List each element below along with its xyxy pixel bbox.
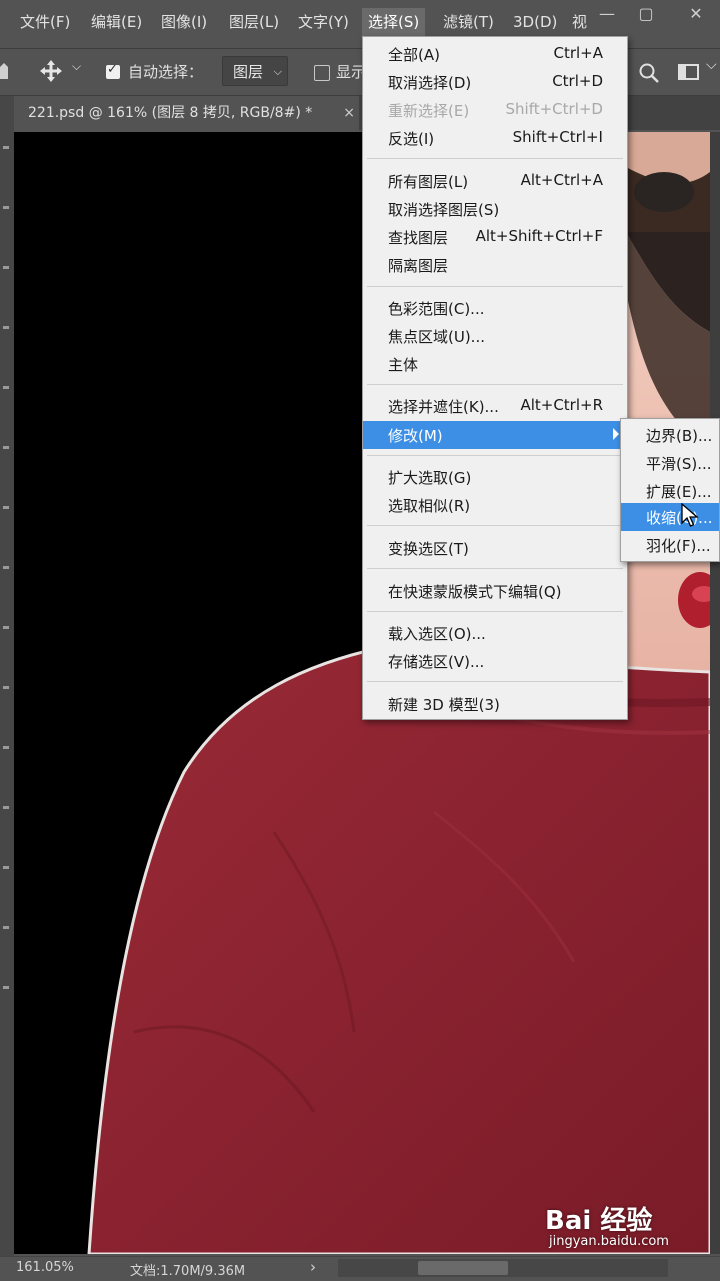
document-tab-title: 221.psd @ 161% (图层 8 拷贝, RGB/8#) *	[28, 105, 313, 121]
menu-divider	[367, 568, 623, 569]
menu-layer[interactable]: 图层(L)	[229, 11, 279, 33]
close-window-icon[interactable]: ✕	[683, 3, 709, 25]
home-icon[interactable]	[0, 62, 8, 80]
menu-file[interactable]: 文件(F)	[20, 11, 70, 33]
chevron-down-icon: ⌵	[273, 65, 282, 78]
baidu-jingyan-watermark: Bai 经验 jingyan.baidu.com	[545, 1200, 669, 1249]
tool-slot[interactable]	[3, 986, 9, 989]
menu-type[interactable]: 文字(Y)	[298, 11, 349, 33]
menu-divider	[367, 681, 623, 682]
tool-slot[interactable]	[3, 506, 9, 509]
menu-filter[interactable]: 滤镜(T)	[443, 11, 494, 33]
vertical-scrollbar[interactable]	[710, 132, 720, 1254]
tool-slot[interactable]	[3, 386, 9, 389]
status-menu-arrow-icon[interactable]: ›	[310, 1258, 316, 1276]
menu-divider	[367, 525, 623, 526]
auto-select-label: 自动选择：	[128, 63, 204, 81]
tool-slot[interactable]	[3, 806, 9, 809]
zoom-level[interactable]: 161.05%	[16, 1260, 74, 1275]
auto-select-checkbox[interactable]	[106, 62, 120, 79]
menu-item-modify[interactable]: 修改(M)	[363, 421, 627, 449]
menu-edit[interactable]: 编辑(E)	[91, 11, 142, 33]
tool-slot[interactable]	[3, 866, 9, 869]
menu-image[interactable]: 图像(I)	[161, 11, 207, 33]
workspace-chevron-icon[interactable]: ⌵	[706, 57, 717, 73]
menu-item-subject[interactable]: 主体	[363, 350, 627, 378]
menu-item-color-range[interactable]: 色彩范围(C)...	[363, 294, 627, 322]
menu-item-similar[interactable]: 选取相似(R)	[363, 491, 627, 519]
document-info[interactable]: 文档:1.70M/9.36M	[130, 1260, 245, 1279]
auto-select-target-dropdown[interactable]: 图层 ⌵	[222, 56, 288, 86]
menu-select[interactable]: 选择(S)	[362, 8, 426, 36]
menu-item-deselect-layers[interactable]: 取消选择图层(S)	[363, 195, 627, 223]
dropdown-value: 图层	[233, 63, 264, 81]
watermark-logo: Bai 经验	[545, 1206, 653, 1236]
menu-item-inverse[interactable]: 反选(I) Shift+Ctrl+I	[363, 124, 627, 152]
document-tab[interactable]: 221.psd @ 161% (图层 8 拷贝, RGB/8#) * ×	[14, 96, 359, 130]
tool-slot[interactable]	[3, 686, 9, 689]
select-menu: 全部(A) Ctrl+A 取消选择(D) Ctrl+D 重新选择(E) Shift+C…	[362, 36, 628, 720]
menu-item-all[interactable]: 全部(A) Ctrl+A	[363, 40, 627, 68]
minimize-icon[interactable]: —	[594, 3, 620, 25]
menu-view[interactable]: 视	[572, 11, 587, 33]
menu-divider	[367, 384, 623, 385]
show-transform-checkbox[interactable]	[314, 65, 330, 81]
submenu-item-contract[interactable]: 收缩(C)...	[621, 503, 719, 531]
menu-divider	[367, 455, 623, 456]
menu-divider	[367, 286, 623, 287]
menu-item-reselect: 重新选择(E) Shift+Ctrl+D	[388, 100, 603, 120]
menu-item-grow[interactable]: 扩大选取(G)	[363, 463, 627, 491]
tool-slot[interactable]	[3, 566, 9, 569]
tool-preset-chevron-icon[interactable]: ⌵	[72, 59, 81, 74]
menu-divider	[367, 611, 623, 612]
close-tab-icon[interactable]: ×	[343, 96, 355, 130]
submenu-item-feather[interactable]: 羽化(F)...	[621, 531, 719, 559]
menu-item-focus-area[interactable]: 焦点区域(U)...	[363, 322, 627, 350]
menu-item-load-selection[interactable]: 载入选区(O)...	[363, 619, 627, 647]
tool-slot[interactable]	[3, 326, 9, 329]
submenu-item-expand[interactable]: 扩展(E)...	[621, 477, 719, 505]
menu-divider	[367, 158, 623, 159]
tool-slot[interactable]	[3, 746, 9, 749]
move-tool-icon[interactable]	[38, 58, 64, 84]
modify-submenu: 边界(B)... 平滑(S)... 扩展(E)... 收缩(C)... 羽化(F…	[620, 418, 720, 562]
maximize-icon[interactable]: ▢	[633, 3, 659, 25]
tool-slot[interactable]	[3, 146, 9, 149]
menu-item-save-selection[interactable]: 存储选区(V)...	[363, 647, 627, 675]
menu-3d[interactable]: 3D(D)	[513, 11, 557, 33]
scroll-thumb[interactable]	[418, 1261, 508, 1275]
mouse-cursor-icon	[681, 503, 699, 527]
submenu-item-border[interactable]: 边界(B)...	[621, 421, 719, 449]
horizontal-scrollbar[interactable]	[338, 1259, 668, 1277]
workspace-icon[interactable]	[678, 63, 700, 81]
menu-item-all-layers[interactable]: 所有图层(L) Alt+Ctrl+A	[363, 167, 627, 195]
menu-item-select-and-mask[interactable]: 选择并遮住(K)... Alt+Ctrl+R	[363, 392, 627, 420]
tool-slot[interactable]	[3, 446, 9, 449]
tool-slot[interactable]	[3, 626, 9, 629]
menu-item-isolate-layers[interactable]: 隔离图层	[363, 251, 627, 279]
tool-slot[interactable]	[3, 926, 9, 929]
watermark-url: jingyan.baidu.com	[549, 1234, 669, 1249]
tools-panel	[0, 96, 14, 1256]
tool-slot[interactable]	[3, 266, 9, 269]
search-icon[interactable]	[638, 62, 660, 84]
menu-item-transform-selection[interactable]: 变换选区(T)	[363, 534, 627, 562]
submenu-item-smooth[interactable]: 平滑(S)...	[621, 449, 719, 477]
menu-item-quick-mask[interactable]: 在快速蒙版模式下编辑(Q)	[363, 577, 627, 605]
submenu-arrow-icon	[613, 428, 619, 440]
menu-item-deselect[interactable]: 取消选择(D) Ctrl+D	[363, 68, 627, 96]
menu-item-find-layers[interactable]: 查找图层 Alt+Shift+Ctrl+F	[363, 223, 627, 251]
tool-slot[interactable]	[3, 206, 9, 209]
menu-item-new-3d-extrusion[interactable]: 新建 3D 模型(3)	[363, 690, 627, 718]
